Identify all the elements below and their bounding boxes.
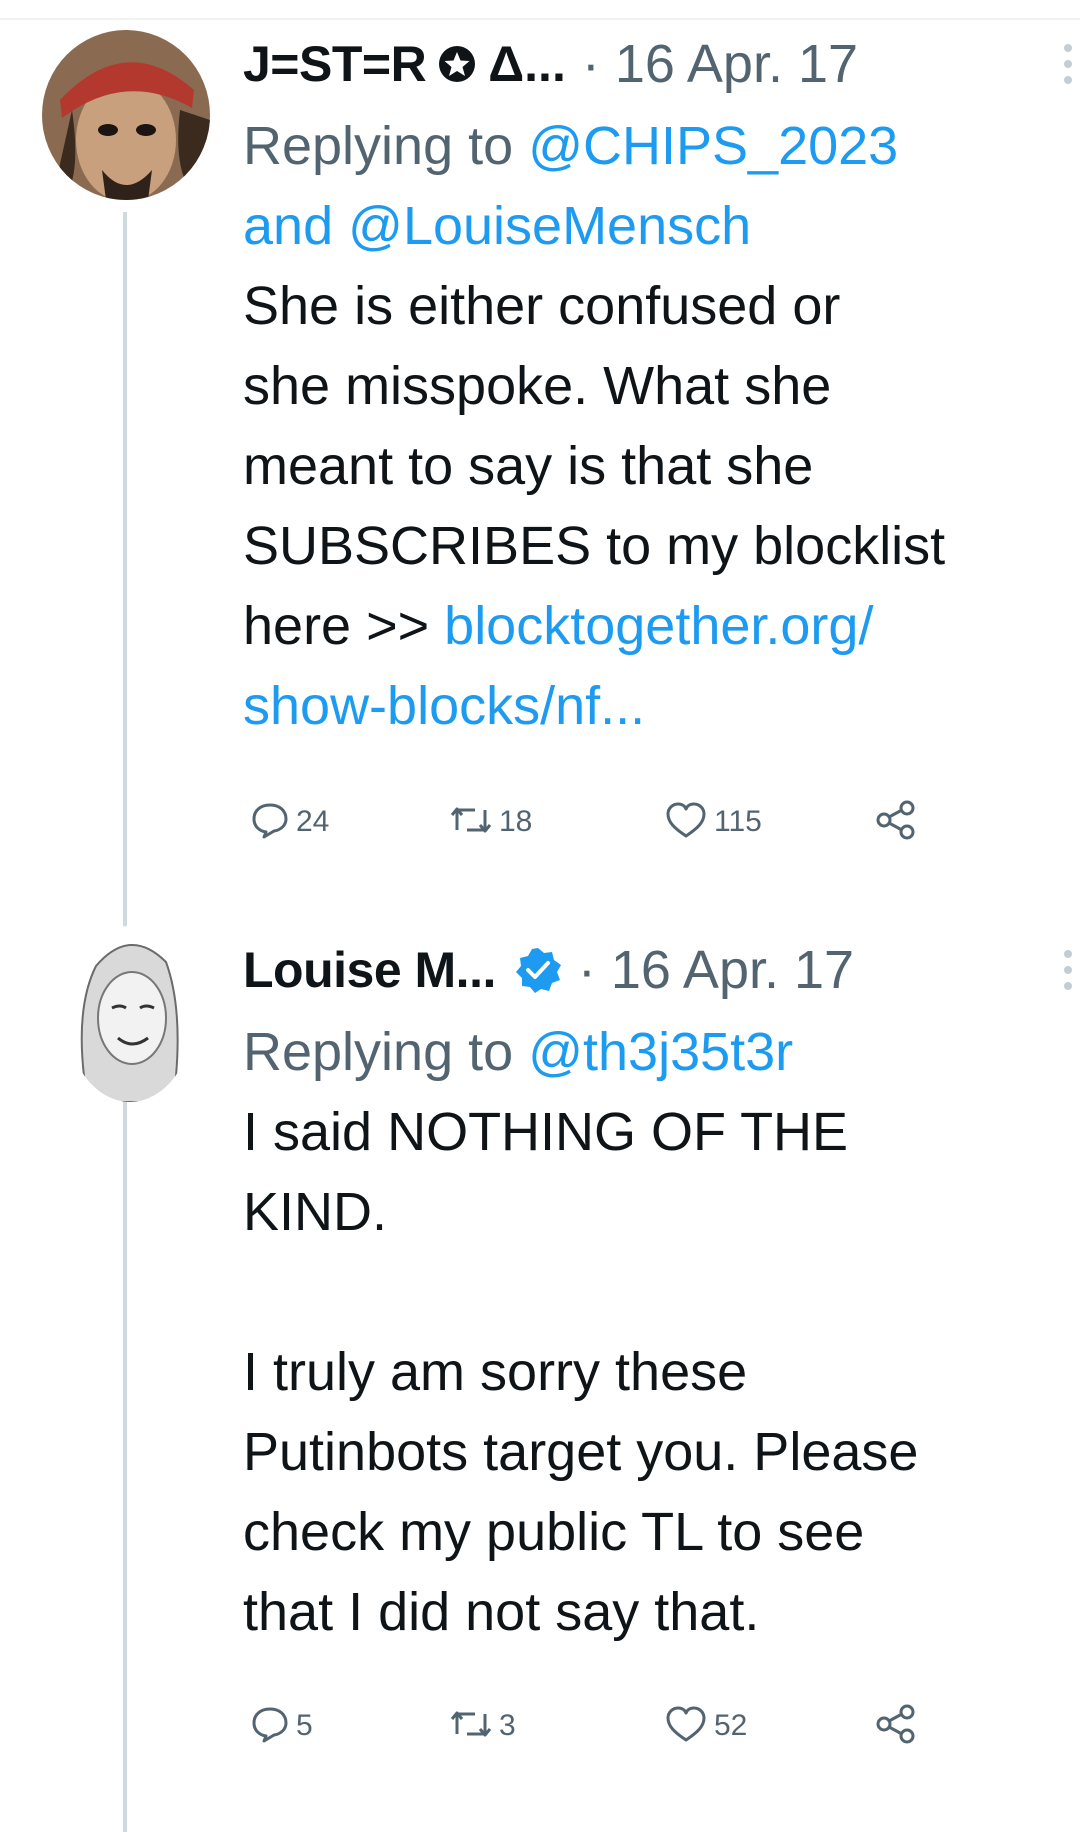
reply-button[interactable]: 24 [250,792,329,852]
tweet-url-link[interactable]: blocktogether.org/ [444,596,873,656]
tweet-text-line: here >> [243,596,445,656]
mention-and[interactable]: and [243,196,333,256]
reply-icon [250,1704,290,1749]
tweet-actions: 5 3 52 [250,1696,950,1756]
retweet-button[interactable]: 18 [449,792,532,852]
share-button[interactable] [874,1696,918,1756]
replying-to-label: Replying to [243,1022,514,1082]
tweet-text-line: meant to say is that she [243,436,814,496]
tweet-header: Louise M... · 16 Apr. 17 [243,928,1072,1012]
retweet-button[interactable]: 3 [449,1696,516,1756]
retweet-count: 3 [499,1709,516,1742]
tweet-text-line: I truly am sorry these [243,1342,748,1402]
display-name-truncated[interactable]: Δ... [488,35,566,93]
avatar-louise[interactable] [66,926,194,1102]
top-divider [0,18,1080,20]
reply-count: 5 [296,1709,313,1742]
reply-count: 24 [296,805,330,838]
tweet-text-line: SUBSCRIBES to my blocklist [243,516,946,576]
tweet-text-line: I said NOTHING OF THE [243,1102,849,1162]
tweet-text-line: KIND. [243,1182,388,1242]
tweet-text: She is either confused or she misspoke. W… [243,266,1043,746]
verified-icon [514,946,562,994]
tweet-text-line: Putinbots target you. Please [243,1422,919,1482]
tweet-actions: 24 18 115 [250,792,950,852]
like-count: 52 [714,1709,748,1742]
share-icon [874,798,918,847]
reply-icon [250,800,290,845]
tweet-date[interactable]: · 16 Apr. 17 [578,939,854,1001]
like-icon [664,1704,708,1749]
mention-link[interactable]: @th3j35t3r [528,1022,793,1082]
tweet-text-line: she misspoke. What she [243,356,832,416]
tweet-date[interactable]: · 16 Apr. 17 [582,33,858,95]
tweet-text-line: check my public TL to see [243,1502,865,1562]
retweet-icon [449,1704,493,1749]
replying-to-label: Replying to [243,116,514,176]
retweet-count: 18 [499,805,533,838]
tweet-url-link[interactable]: show-blocks/nf... [243,666,1043,746]
tweet-text: I said NOTHING OF THE KIND. I truly am sor… [243,1092,1043,1652]
more-icon[interactable] [1063,42,1073,86]
share-button[interactable] [874,792,918,852]
like-button[interactable]: 52 [664,1696,747,1756]
like-count: 115 [714,805,762,838]
tweet-louise[interactable]: Louise M... · 16 Apr. 17 Replying to @th… [243,928,1072,1652]
display-name[interactable]: J=ST=R [243,35,427,93]
more-icon[interactable] [1063,948,1073,992]
tweet-header: J=ST=R Δ... · 16 Apr. 17 [243,22,1072,106]
mention-link[interactable]: @CHIPS_2023 [528,116,898,176]
tweet-jester[interactable]: J=ST=R Δ... · 16 Apr. 17 Replying to @CH… [243,22,1072,746]
display-name[interactable]: Louise M... [243,941,496,999]
tweet-text-line: She is either confused or [243,276,841,336]
mention-link[interactable]: @LouiseMensch [348,196,751,256]
reply-button[interactable]: 5 [250,1696,313,1756]
tweet-text-line: that I did not say that. [243,1582,760,1642]
avatar-jester[interactable] [42,30,210,200]
replying-to: Replying to @CHIPS_2023 and @LouiseMensc… [243,106,1043,266]
share-icon [874,1702,918,1751]
star-badge-icon [438,45,476,83]
tweet-text-blank-line [243,1252,1043,1332]
retweet-icon [449,800,493,845]
replying-to: Replying to @th3j35t3r [243,1012,1043,1092]
like-button[interactable]: 115 [664,792,762,852]
like-icon [664,800,708,845]
